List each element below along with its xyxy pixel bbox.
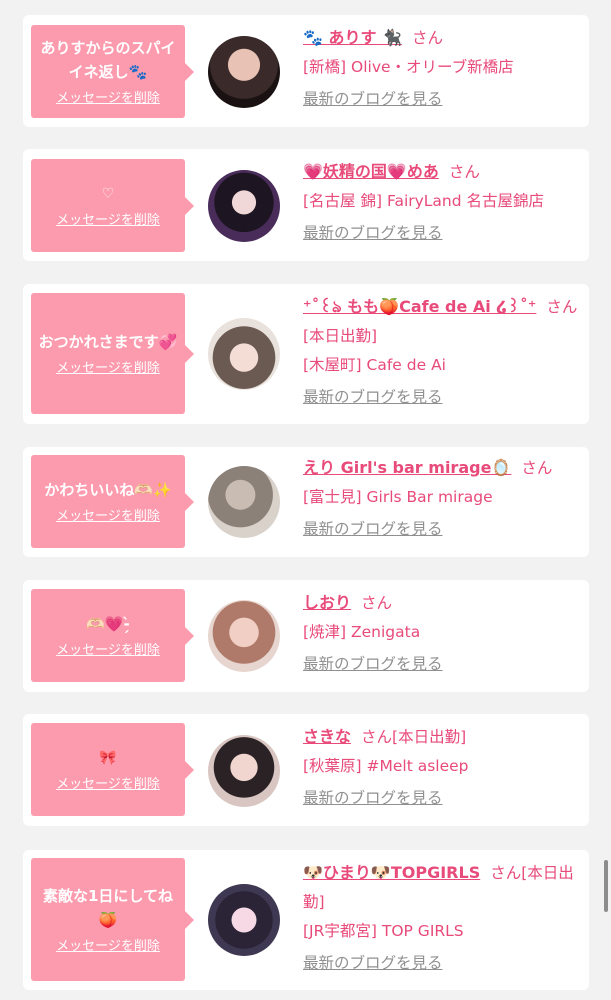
message-text: ♡ [101,185,115,202]
avatar[interactable] [208,600,280,672]
message-bubble: おつかれさまです💞 メッセージを削除 [31,293,194,414]
message-text: 素敵な1日にしてね🍑 [43,886,173,929]
honorific: さん [521,459,553,477]
message-text: かわちいいね🫶🏻✨ [44,480,172,499]
shop-name: [秋葉原] #Melt asleep [303,757,469,775]
profile-name-link[interactable]: ⁺˚꒰ঌ もも🍑Cafe de Ai ໒꒱˚⁺ [303,297,536,316]
avatar[interactable] [208,884,280,956]
message-bubble: 素敵な1日にしてね🍑 メッセージを削除 [31,858,194,981]
shop-name: [木屋町] Cafe de Ai [303,356,446,374]
delete-message-link[interactable]: メッセージを削除 [56,90,160,108]
message-text: 🎀 [99,749,117,766]
profile-name-link[interactable]: 🐾 ありす 🐈‍⬛ [303,28,402,47]
latest-blog-link[interactable]: 最新のブログを見る [303,515,583,544]
latest-blog-link[interactable]: 最新のブログを見る [303,85,583,114]
latest-blog-link[interactable]: 最新のブログを見る [303,650,583,679]
profile-info: しおり さん [焼津] Zenigata 最新のブログを見る [303,588,583,679]
honorific: さん [490,864,522,882]
profile-name-link[interactable]: えり Girl's bar mirage🪞 [303,458,511,477]
delete-message-link[interactable]: メッセージを削除 [56,642,160,660]
profile-name-link[interactable]: さきな [303,727,351,746]
profile-info: 🐾 ありす 🐈‍⬛ さん [新橋] Olive・オリーブ新橋店 最新のブログを見る [303,23,583,114]
delete-message-link[interactable]: メッセージを削除 [56,938,160,956]
message-card: 🫶🏻💗-̗̀ メッセージを削除 しおり さん [焼津] Zenigata 最新のブ… [23,580,589,692]
avatar[interactable] [208,170,280,242]
name-suffix: [本日出勤] [392,728,467,746]
message-bubble: 🫶🏻💗-̗̀ メッセージを削除 [31,589,194,682]
message-list: ありすからのスパイイネ返し🐾 メッセージを削除 🐾 ありす 🐈‍⬛ さん [新橋]… [0,0,611,1000]
scrollbar[interactable] [604,860,608,912]
message-text: おつかれさまです💞 [38,332,178,351]
honorific: さん [361,728,393,746]
avatar[interactable] [208,466,280,538]
profile-info: 💗妖精の国💗めあ さん [名古屋 錦] FairyLand 名古屋錦店 最新のブロ… [303,157,583,248]
latest-blog-link[interactable]: 最新のブログを見る [303,219,583,248]
honorific: さん [448,163,480,181]
message-text: ありすからのスパイイネ返し🐾 [40,38,176,81]
latest-blog-link[interactable]: 最新のブログを見る [303,949,583,978]
profile-name-link[interactable]: 💗妖精の国💗めあ [303,162,439,181]
message-bubble: ありすからのスパイイネ返し🐾 メッセージを削除 [31,25,194,118]
shop-name: [焼津] Zenigata [303,623,421,641]
shop-name: [新橋] Olive・オリーブ新橋店 [303,58,514,76]
honorific: さん [412,29,444,47]
honorific: さん [546,298,578,316]
profile-info: えり Girl's bar mirage🪞 さん [富士見] Girls Bar … [303,453,583,544]
message-card: ♡ メッセージを削除 💗妖精の国💗めあ さん [名古屋 錦] FairyLand … [23,149,589,261]
message-bubble: 🎀 メッセージを削除 [31,723,194,816]
message-text: 🫶🏻💗-̗̀ [86,614,130,633]
avatar[interactable] [208,735,280,807]
latest-blog-link[interactable]: 最新のブログを見る [303,784,583,813]
delete-message-link[interactable]: メッセージを削除 [56,360,160,378]
delete-message-link[interactable]: メッセージを削除 [56,212,160,230]
message-card: 🎀 メッセージを削除 さきな さん[本日出勤] [秋葉原] #Melt aslee… [23,714,589,826]
shop-status: [本日出勤] [303,327,378,345]
honorific: さん [361,594,393,612]
delete-message-link[interactable]: メッセージを削除 [56,508,160,526]
message-card: 素敵な1日にしてね🍑 メッセージを削除 🐶ひまり🐶TOPGIRLS さん[本日出勤… [23,850,589,990]
avatar[interactable] [208,318,280,390]
profile-name-link[interactable]: しおり [303,593,351,612]
message-card: おつかれさまです💞 メッセージを削除 ⁺˚꒰ঌ もも🍑Cafe de Ai ໒꒱… [23,284,589,424]
profile-info: ⁺˚꒰ঌ もも🍑Cafe de Ai ໒꒱˚⁺ さん [本日出勤] [木屋町] C… [303,292,583,412]
shop-name: [名古屋 錦] FairyLand 名古屋錦店 [303,192,545,210]
message-bubble: ♡ メッセージを削除 [31,159,194,252]
message-card: ありすからのスパイイネ返し🐾 メッセージを削除 🐾 ありす 🐈‍⬛ さん [新橋]… [23,15,589,127]
message-bubble: かわちいいね🫶🏻✨ メッセージを削除 [31,455,194,548]
shop-name: [JR宇都宮] TOP GIRLS [303,922,464,940]
profile-info: 🐶ひまり🐶TOPGIRLS さん[本日出勤] [JR宇都宮] TOP GIRLS … [303,858,583,978]
shop-name: [富士見] Girls Bar mirage [303,488,493,506]
latest-blog-link[interactable]: 最新のブログを見る [303,383,583,412]
profile-name-link[interactable]: 🐶ひまり🐶TOPGIRLS [303,863,480,882]
profile-info: さきな さん[本日出勤] [秋葉原] #Melt asleep 最新のブログを見る [303,722,583,813]
avatar[interactable] [208,36,280,108]
message-card: かわちいいね🫶🏻✨ メッセージを削除 えり Girl's bar mirage🪞… [23,447,589,557]
delete-message-link[interactable]: メッセージを削除 [56,776,160,794]
